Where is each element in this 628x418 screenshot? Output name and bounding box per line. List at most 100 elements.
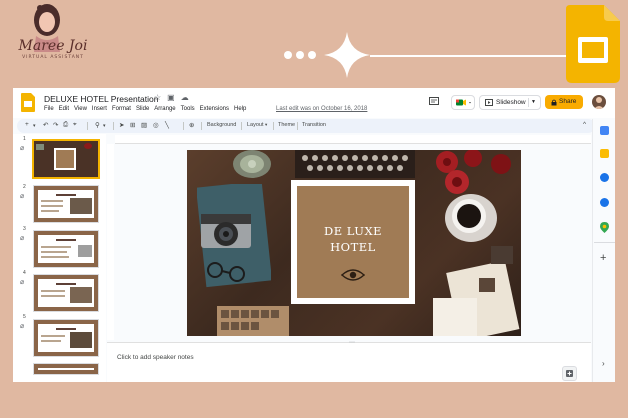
explore-icon <box>566 370 573 377</box>
slide-thumbnail-partial[interactable] <box>33 363 99 375</box>
avatar[interactable] <box>592 95 606 109</box>
expand-panel-chevron-icon[interactable]: › <box>602 359 605 368</box>
text-box-icon[interactable]: ⊞ <box>130 121 135 129</box>
google-slides-icon[interactable] <box>21 93 35 112</box>
slide-number: 4 <box>23 270 26 276</box>
slide-canvas[interactable]: DE LUXE HOTEL <box>187 150 521 336</box>
paper-stamps-image <box>433 246 520 336</box>
menu-file[interactable]: File <box>44 106 54 112</box>
add-addon-plus-icon[interactable]: + <box>600 252 606 264</box>
paint-format-icon[interactable]: ⌖ <box>73 121 77 129</box>
layout-caret-icon[interactable]: ▾ <box>265 122 267 128</box>
slide-title-line-2[interactable]: HOTEL <box>297 240 409 254</box>
meet-button[interactable] <box>451 95 475 110</box>
zoom-icon[interactable]: ⚲ <box>95 121 100 129</box>
google-slides-logo-icon <box>566 5 620 83</box>
vertical-ruler[interactable] <box>107 144 114 340</box>
banner: Maree Joi VIRTUAL ASSISTANT <box>0 0 628 88</box>
image-icon[interactable]: ▨ <box>141 121 147 129</box>
layout-button[interactable]: Layout <box>247 122 264 128</box>
menu-tools[interactable]: Tools <box>181 106 195 112</box>
side-panel: + › <box>592 119 615 382</box>
slideshow-button[interactable]: Slideshow ▼ <box>479 95 541 110</box>
slide-thumbnail-2[interactable] <box>33 185 99 223</box>
coffee-cup-image <box>445 194 497 242</box>
camera-notebook-image <box>197 184 271 288</box>
cloud-status-icon[interactable]: ☁ <box>181 93 189 102</box>
title-card-fill: DE LUXE HOTEL <box>297 186 409 298</box>
present-icon <box>485 99 493 106</box>
shape-icon[interactable]: ◎ <box>153 121 159 129</box>
clip-icon: ⌀ <box>20 193 25 200</box>
brand-logo: Maree Joi VIRTUAL ASSISTANT <box>6 2 88 80</box>
new-slide-plus-icon[interactable]: + <box>25 121 29 128</box>
tasks-icon[interactable] <box>600 173 609 182</box>
slide-thumbnail-4[interactable] <box>33 274 99 312</box>
move-folder-icon[interactable]: ▣ <box>167 93 175 102</box>
theme-button[interactable]: Theme <box>278 122 295 128</box>
collapse-menu-chevron-icon[interactable]: ^ <box>583 121 586 128</box>
wooden-type-image <box>217 306 289 336</box>
redo-icon[interactable]: ↷ <box>53 121 58 129</box>
slide-thumbnail-1[interactable] <box>32 139 100 179</box>
menu-format[interactable]: Format <box>112 106 131 112</box>
clip-icon: ⌀ <box>20 145 25 152</box>
slides-window: DELUXE HOTEL Presentation ☆ ▣ ☁ File Edi… <box>13 88 615 382</box>
filmstrip: 1 ⌀ 2 ⌀ 3 ⌀ 4 ⌀ 5 ⌀ <box>13 134 106 382</box>
transition-button[interactable]: Transition <box>302 122 326 128</box>
contacts-icon[interactable] <box>600 198 609 207</box>
menu-insert[interactable]: Insert <box>92 106 107 112</box>
banner-divider <box>370 55 568 57</box>
sparkle-icon <box>324 32 370 78</box>
chevron-down-icon[interactable]: ▼ <box>531 99 536 105</box>
succulent-image <box>233 150 271 178</box>
slide-thumbnail-5[interactable] <box>33 319 99 357</box>
print-icon[interactable]: ⎙ <box>63 121 68 129</box>
slide-thumbnail-3[interactable] <box>33 230 99 268</box>
menu-view[interactable]: View <box>74 106 87 112</box>
menu-help[interactable]: Help <box>234 106 246 112</box>
line-icon[interactable]: ╲ <box>165 121 169 129</box>
clip-icon: ⌀ <box>20 235 25 242</box>
star-icon[interactable]: ☆ <box>154 93 161 102</box>
background-button[interactable]: Background <box>207 122 236 128</box>
brand-tagline: VIRTUAL ASSISTANT <box>22 55 84 60</box>
comment-add-icon[interactable]: ⊕ <box>189 121 194 129</box>
menu-bar: File Edit View Insert Format Slide Arran… <box>44 106 246 112</box>
slide-title-line-1[interactable]: DE LUXE <box>297 224 409 238</box>
typewriter-image <box>295 150 415 178</box>
zoom-caret-icon[interactable]: ▾ <box>103 123 106 129</box>
keep-icon[interactable] <box>600 149 609 158</box>
horizontal-ruler[interactable] <box>115 135 591 144</box>
menu-extensions[interactable]: Extensions <box>200 106 229 112</box>
slideshow-label: Slideshow <box>496 99 526 106</box>
select-cursor-icon[interactable]: ➤ <box>119 121 124 129</box>
explore-button[interactable] <box>562 366 577 381</box>
eye-icon <box>341 269 365 281</box>
speaker-notes[interactable]: ⋯ Click to add speaker notes <box>107 339 591 382</box>
menu-slide[interactable]: Slide <box>136 106 149 112</box>
slide-number: 3 <box>23 226 26 232</box>
slide-number: 5 <box>23 314 26 320</box>
title-card[interactable]: DE LUXE HOTEL <box>291 180 415 304</box>
slides-themes-icon[interactable] <box>600 126 609 135</box>
document-title[interactable]: DELUXE HOTEL Presentation <box>44 94 158 104</box>
clip-icon: ⌀ <box>20 279 25 286</box>
menu-edit[interactable]: Edit <box>59 106 69 112</box>
notes-resize-handle[interactable]: ⋯ <box>349 339 355 346</box>
last-edit-link[interactable]: Last edit was on October 16, 2018 <box>276 106 367 112</box>
ellipsis-dots <box>284 51 316 59</box>
maps-icon[interactable] <box>600 222 609 233</box>
brand-name: Maree Joi <box>18 38 88 54</box>
speaker-notes-placeholder[interactable]: Click to add speaker notes <box>117 354 194 361</box>
clip-icon: ⌀ <box>20 323 25 330</box>
lock-icon <box>551 99 557 106</box>
slide-number: 1 <box>23 136 26 142</box>
comment-history-icon[interactable] <box>429 97 439 105</box>
user-avatar-icon <box>594 97 604 109</box>
share-button[interactable]: Share <box>545 95 583 109</box>
new-slide-caret-icon[interactable]: ▾ <box>33 123 36 129</box>
undo-icon[interactable]: ↶ <box>43 121 48 129</box>
menu-arrange[interactable]: Arrange <box>154 106 175 112</box>
title-icons: ☆ ▣ ☁ <box>154 93 189 102</box>
